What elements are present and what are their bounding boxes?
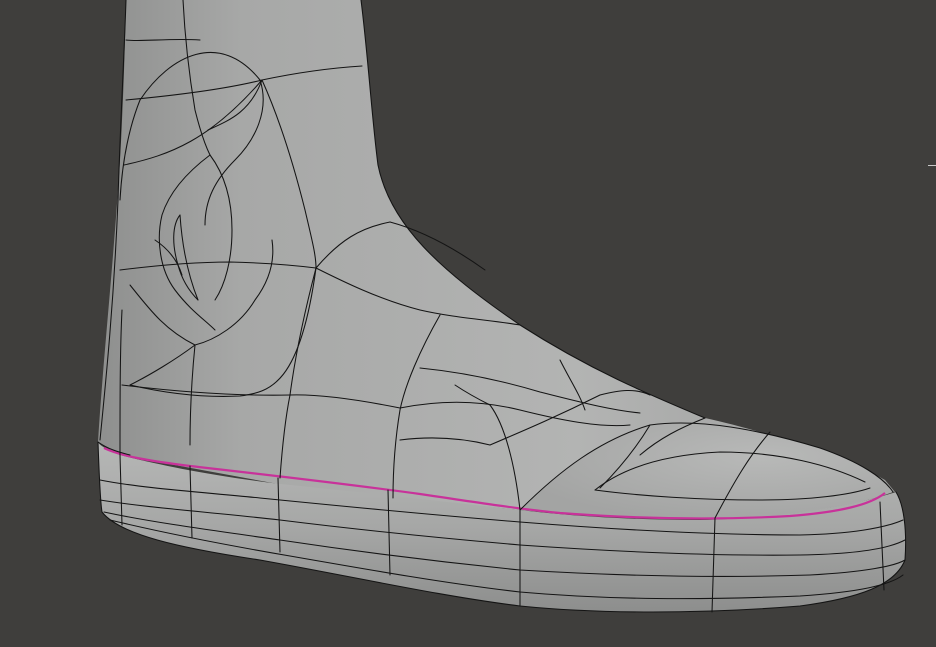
3d-viewport[interactable] (0, 0, 936, 647)
viewport-canvas[interactable] (0, 0, 936, 647)
axis-gizmo-tick-icon (928, 165, 936, 166)
boot-upper-surface (98, 0, 895, 510)
